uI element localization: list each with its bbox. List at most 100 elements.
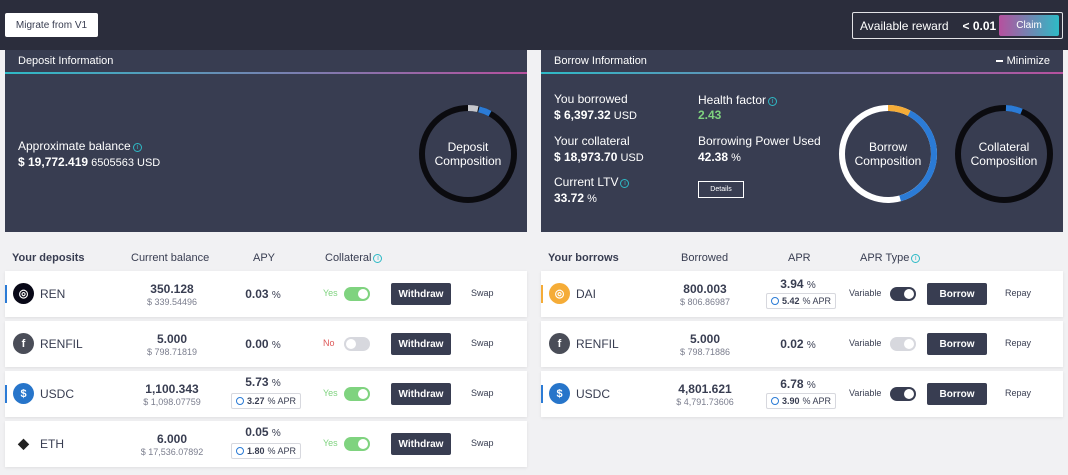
borrowed-value: 800.003 xyxy=(683,282,727,296)
header-borrowed[interactable]: Borrowed xyxy=(681,252,728,264)
withdraw-button[interactable]: Withdraw xyxy=(391,433,451,455)
borrowed-value: 5.000 xyxy=(689,332,721,346)
swap-button[interactable]: Swap xyxy=(471,438,494,448)
reward-apr-value: 5.42 xyxy=(782,296,800,306)
apy-number: 0.03 xyxy=(245,287,269,301)
row-accent xyxy=(5,335,7,353)
apr-value: 3.94 % xyxy=(767,277,829,291)
eth-icon: ◆ xyxy=(13,433,34,454)
header-your-deposits: Your deposits xyxy=(12,252,85,264)
apy-number: 5.73 xyxy=(245,375,269,389)
swap-button[interactable]: Swap xyxy=(471,288,494,298)
toggle-knob xyxy=(346,339,356,349)
claim-button[interactable]: Claim xyxy=(999,15,1059,36)
toggle-knob xyxy=(904,389,914,399)
percent-sign: % xyxy=(271,378,281,389)
apr-type-toggle[interactable] xyxy=(890,337,916,351)
balance-usd: $ 798.71819 xyxy=(146,347,198,357)
collateral-toggle[interactable] xyxy=(344,437,370,451)
collateral-status: Yes xyxy=(323,388,338,398)
row-accent xyxy=(5,285,7,303)
reward-apr-value: 3.27 xyxy=(247,396,265,406)
toggle-knob xyxy=(358,439,368,449)
reward-token-icon xyxy=(771,397,779,405)
borrow-row: f RENFIL 5.000 $ 798.71886 0.02 % Variable Bor… xyxy=(541,321,1063,367)
info-icon[interactable]: i xyxy=(911,254,921,263)
header-collateral: Collateral i xyxy=(325,252,383,264)
apr-type-label: Variable xyxy=(849,338,882,348)
deposit-information-panel: Deposit Information Approximate balance i… xyxy=(5,50,527,232)
collateral-toggle[interactable] xyxy=(344,387,370,401)
apr-type-toggle[interactable] xyxy=(890,287,916,301)
deposit-row: f RENFIL 5.000 $ 798.71819 0.00 % No Withdraw S… xyxy=(5,321,527,367)
asset-name: USDC xyxy=(40,387,75,401)
apr-type-label: Variable xyxy=(849,388,882,398)
borrow-row: ◎ DAI 800.003 $ 806.86987 3.94 % 5.42% APR Var… xyxy=(541,271,1063,317)
swap-button[interactable]: Swap xyxy=(471,388,494,398)
apr-number: 6.78 xyxy=(780,377,804,391)
toggle-knob xyxy=(904,339,914,349)
borrowed-label: You borrowed xyxy=(554,92,628,106)
minimize-button[interactable]: Minimize xyxy=(995,55,1050,67)
borrow-row: $ USDC 4,801.621 $ 4,791.73606 6.78 % 3.90% A… xyxy=(541,371,1063,417)
percent-sign: % xyxy=(271,428,281,439)
apr-type-toggle[interactable] xyxy=(890,387,916,401)
balance-usd: $ 1,098.07759 xyxy=(143,397,201,407)
apr-value: 6.78 % xyxy=(767,377,829,391)
top-bar: Migrate from V1 Available reward < 0.01 … xyxy=(0,0,1068,50)
swap-button[interactable]: Swap xyxy=(471,338,494,348)
reward-token-icon xyxy=(236,447,244,455)
withdraw-button[interactable]: Withdraw xyxy=(391,333,451,355)
panel-title: Deposit Information xyxy=(5,50,527,74)
row-accent xyxy=(541,335,543,353)
collateral-label: Your collateral xyxy=(554,134,630,148)
balance-usd: $ 17,536.07892 xyxy=(140,447,204,457)
withdraw-button[interactable]: Withdraw xyxy=(391,383,451,405)
collateral-status: No xyxy=(323,338,335,348)
info-icon[interactable]: i xyxy=(373,254,383,263)
header-current-balance[interactable]: Current balance xyxy=(131,252,209,264)
reward-apr-value: 1.80 xyxy=(247,446,265,456)
borrow-information-panel: Borrow Information Minimize You borrowed… xyxy=(541,50,1063,232)
percent-sign: % xyxy=(806,280,816,291)
header-apr[interactable]: APR xyxy=(788,252,811,264)
header-your-borrows: Your borrows xyxy=(548,252,619,264)
borrowing-power-value: 42.38 % xyxy=(698,150,741,164)
info-icon[interactable]: i xyxy=(768,97,778,106)
info-icon[interactable]: i xyxy=(132,143,142,152)
repay-button[interactable]: Repay xyxy=(1005,338,1031,348)
details-button[interactable]: Details xyxy=(698,181,744,198)
withdraw-button[interactable]: Withdraw xyxy=(391,283,451,305)
borrow-button[interactable]: Borrow xyxy=(927,283,987,305)
reward-apr-badge: 5.42% APR xyxy=(766,293,837,309)
reward-apr-value: 3.90 xyxy=(782,396,800,406)
balance-value: 350.128 xyxy=(150,282,194,296)
collateral-toggle[interactable] xyxy=(344,337,370,351)
dai-icon: ◎ xyxy=(549,283,570,304)
deposit-ring-label: Deposit Composition xyxy=(434,140,502,168)
deposit-row: $ USDC 1,100.343 $ 1,098.07759 5.73 % 3.27% A… xyxy=(5,371,527,417)
borrowed-usd: $ 806.86987 xyxy=(679,297,731,307)
repay-button[interactable]: Repay xyxy=(1005,288,1031,298)
collateral-status: Yes xyxy=(323,288,338,298)
collateral-toggle[interactable] xyxy=(344,287,370,301)
toggle-knob xyxy=(358,389,368,399)
borrowed-value: $ 6,397.32 USD xyxy=(554,108,638,122)
borrow-button[interactable]: Borrow xyxy=(927,333,987,355)
collateral-value: $ 18,973.70 USD xyxy=(554,150,644,164)
reward-token-icon xyxy=(236,397,244,405)
apr-number: 3.94 xyxy=(780,277,804,291)
minus-icon xyxy=(995,60,1003,62)
asset-name: RENFIL xyxy=(40,337,83,351)
collateral-ring-label: Collateral Composition xyxy=(970,140,1038,168)
balance-value: 5.000 xyxy=(156,332,188,346)
reward-value: < 0.01 xyxy=(962,18,997,33)
renfil-icon: f xyxy=(549,333,570,354)
apr-type-label: Variable xyxy=(849,288,882,298)
borrow-button[interactable]: Borrow xyxy=(927,383,987,405)
info-icon[interactable]: i xyxy=(620,179,630,188)
migrate-button[interactable]: Migrate from V1 xyxy=(5,13,98,37)
header-apy[interactable]: APY xyxy=(253,252,275,264)
repay-button[interactable]: Repay xyxy=(1005,388,1031,398)
balance-value: $ 19,772.419 6505563 USD xyxy=(18,155,161,169)
